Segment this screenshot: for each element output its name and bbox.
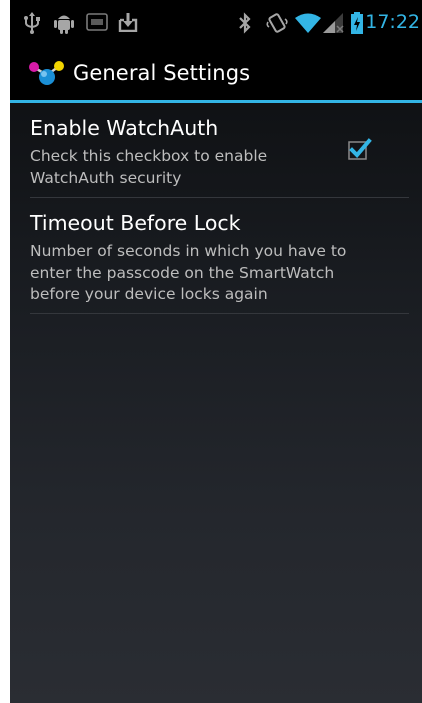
usb-icon (24, 12, 40, 34)
vibrate-icon (266, 12, 288, 34)
battery-charging-icon (351, 12, 363, 34)
sim-icon (86, 12, 108, 32)
android-debug-icon (54, 12, 74, 34)
divider (30, 197, 409, 198)
screen: 17:22 General Settings Enable WatchAuth … (10, 0, 422, 703)
action-bar-divider (10, 100, 422, 103)
pref-summary: Check this checkbox to enable WatchAuth … (30, 147, 268, 187)
pref-summary: Number of seconds in which you have to e… (30, 242, 347, 303)
action-bar: General Settings (10, 48, 422, 100)
wifi-icon (295, 12, 321, 34)
pref-enable-watchauth[interactable]: Enable WatchAuth Check this checkbox to … (30, 115, 382, 189)
divider (30, 313, 409, 314)
enable-watchauth-checkbox[interactable] (348, 137, 372, 161)
app-molecule-icon[interactable] (28, 58, 66, 94)
signal-icon (323, 12, 345, 34)
bluetooth-icon (238, 12, 252, 34)
clock-time: 17:22 (365, 11, 420, 33)
pref-title: Timeout Before Lock (30, 211, 241, 235)
status-bar: 17:22 (10, 0, 422, 48)
pref-title: Enable WatchAuth (30, 116, 219, 140)
download-icon (118, 12, 138, 32)
page-title: General Settings (73, 61, 251, 85)
pref-timeout-before-lock[interactable]: Timeout Before Lock Number of seconds in… (30, 210, 382, 306)
